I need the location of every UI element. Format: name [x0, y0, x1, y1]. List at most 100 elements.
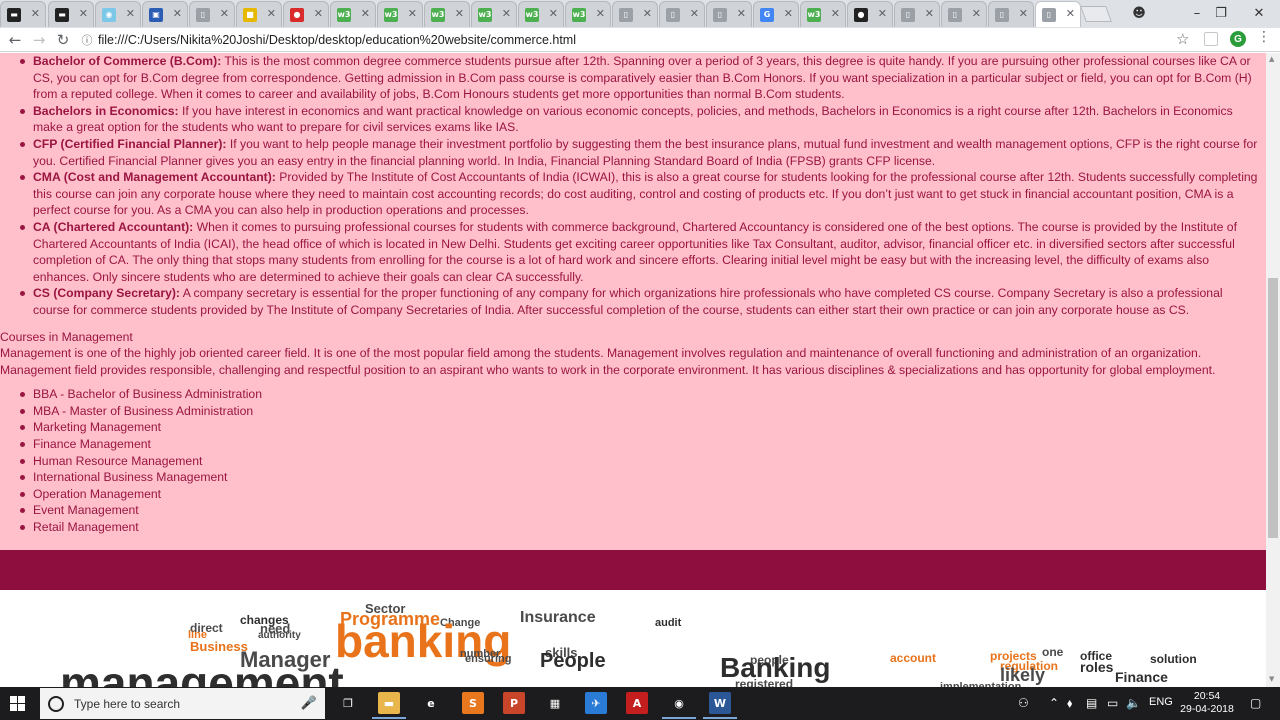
- browser-tab[interactable]: w3 ✕: [565, 1, 611, 27]
- battery-icon[interactable]: ▭: [1107, 696, 1118, 710]
- browser-tab[interactable]: ◉ ✕: [95, 1, 141, 27]
- store-icon[interactable]: ▦: [544, 692, 566, 714]
- tab-close-icon[interactable]: ✕: [31, 7, 40, 20]
- scroll-down-icon[interactable]: ▼: [1269, 675, 1274, 683]
- mail-icon[interactable]: ✈: [585, 692, 607, 714]
- close-window-button[interactable]: ✕: [1236, 2, 1280, 24]
- browser-tab[interactable]: w3 ✕: [377, 1, 423, 27]
- word-icon[interactable]: W: [709, 692, 731, 714]
- address-text[interactable]: file:///C:/Users/Nikita%20Joshi/Desktop/…: [98, 33, 576, 47]
- acrobat-icon[interactable]: A: [626, 692, 648, 714]
- browser-tab[interactable]: ▬ ✕: [48, 1, 94, 27]
- menu-dots-icon[interactable]: ⋮: [1257, 29, 1271, 45]
- grammarly-icon[interactable]: G: [1230, 31, 1246, 47]
- taskbar-search-box[interactable]: Type here to search 🎤: [40, 688, 325, 719]
- tab-close-icon[interactable]: ✕: [831, 7, 840, 20]
- edge-icon[interactable]: e: [420, 692, 442, 714]
- sublime-icon[interactable]: S: [462, 692, 484, 714]
- tab-close-icon[interactable]: ✕: [361, 7, 370, 20]
- word-cloud-word: one: [1042, 645, 1064, 659]
- browser-tab[interactable]: G ✕: [753, 1, 799, 27]
- tab-close-icon[interactable]: ✕: [220, 7, 229, 20]
- page-icon: ▯: [948, 7, 962, 22]
- browser-tab[interactable]: ▯ ✕: [659, 1, 705, 27]
- profile-icon[interactable]: ☻: [1116, 2, 1162, 24]
- tab-close-icon[interactable]: ✕: [173, 7, 182, 20]
- browser-tab[interactable]: w3 ✕: [424, 1, 470, 27]
- tab-close-icon[interactable]: ✕: [972, 7, 981, 20]
- tab-close-icon[interactable]: ✕: [643, 7, 652, 20]
- taskbar-search-placeholder[interactable]: Type here to search: [74, 697, 180, 711]
- browser-tab[interactable]: ▯ ✕: [988, 1, 1034, 27]
- browser-tab[interactable]: ▯ ✕: [612, 1, 658, 27]
- network-icon[interactable]: ▤: [1086, 696, 1097, 710]
- new-tab-button[interactable]: [1080, 6, 1112, 22]
- tab-close-icon[interactable]: ✕: [1066, 7, 1075, 20]
- back-arrow-icon[interactable]: ←: [4, 29, 26, 51]
- word-cloud-word: audit: [655, 617, 682, 629]
- tray-chevron-icon[interactable]: ⌃: [1049, 696, 1059, 710]
- w3-icon: w3: [478, 7, 492, 22]
- browser-tab[interactable]: ● ✕: [283, 1, 329, 27]
- course-list-item: Bachelors in Economics: If you have inte…: [20, 103, 1258, 136]
- cap-icon: ▬: [55, 7, 69, 22]
- extension-icon[interactable]: [1204, 32, 1218, 46]
- tab-close-icon[interactable]: ✕: [502, 7, 511, 20]
- browser-tab[interactable]: ▬ ✕: [0, 1, 46, 27]
- scrollbar-thumb[interactable]: [1268, 278, 1278, 538]
- tab-close-icon[interactable]: ✕: [267, 7, 276, 20]
- browser-tab[interactable]: ■ ✕: [236, 1, 282, 27]
- page-scrollbar[interactable]: ▲ ▼: [1266, 53, 1280, 687]
- browser-tab[interactable]: ▯ ✕: [1035, 1, 1081, 27]
- tab-close-icon[interactable]: ✕: [79, 7, 88, 20]
- bookmark-star-icon[interactable]: ☆: [1176, 30, 1189, 48]
- people-icon[interactable]: ⚇: [1018, 696, 1029, 710]
- reload-icon[interactable]: ↻: [52, 29, 74, 51]
- tab-close-icon[interactable]: ✕: [925, 7, 934, 20]
- browser-tab[interactable]: w3 ✕: [330, 1, 376, 27]
- browser-tab[interactable]: ▯ ✕: [706, 1, 752, 27]
- tab-close-icon[interactable]: ✕: [1019, 7, 1028, 20]
- tab-close-icon[interactable]: ✕: [408, 7, 417, 20]
- browser-tab[interactable]: w3 ✕: [518, 1, 564, 27]
- forward-arrow-icon[interactable]: →: [28, 29, 50, 51]
- course-title: CFP (Certified Financial Planner):: [33, 136, 227, 151]
- chrome-icon[interactable]: ◉: [668, 692, 690, 714]
- task-view-icon[interactable]: ❐: [337, 692, 359, 714]
- w3-icon: w3: [431, 7, 445, 22]
- tab-close-icon[interactable]: ✕: [126, 7, 135, 20]
- dropbox-icon[interactable]: ⬧: [1067, 696, 1072, 711]
- tab-close-icon[interactable]: ✕: [737, 7, 746, 20]
- word-cloud-word: People: [540, 650, 606, 672]
- scroll-up-icon[interactable]: ▲: [1269, 55, 1274, 63]
- commerce-course-list: Bachelor of Commerce (B.Com): This is th…: [0, 53, 1266, 319]
- address-bar[interactable]: ⓘ file:///C:/Users/Nikita%20Joshi/Deskto…: [80, 30, 1195, 50]
- cortana-icon[interactable]: [48, 695, 64, 712]
- tab-close-icon[interactable]: ✕: [314, 7, 323, 20]
- google-icon: G: [760, 7, 774, 22]
- powerpoint-icon[interactable]: P: [503, 692, 525, 714]
- browser-tab[interactable]: w3 ✕: [800, 1, 846, 27]
- management-course-item: Marketing Management: [20, 419, 1266, 436]
- tab-close-icon[interactable]: ✕: [455, 7, 464, 20]
- browser-tab[interactable]: w3 ✕: [471, 1, 517, 27]
- browser-tab[interactable]: ▯ ✕: [941, 1, 987, 27]
- clock[interactable]: 20:54 29-04-2018: [1178, 690, 1236, 716]
- file-explorer-icon[interactable]: ▬: [378, 692, 400, 714]
- windows-start-icon[interactable]: [10, 696, 26, 712]
- language-indicator[interactable]: ENG: [1149, 696, 1173, 708]
- tab-close-icon[interactable]: ✕: [690, 7, 699, 20]
- management-course-item: Operation Management: [20, 486, 1266, 503]
- tab-close-icon[interactable]: ✕: [784, 7, 793, 20]
- tab-close-icon[interactable]: ✕: [878, 7, 887, 20]
- page-info-icon[interactable]: ⓘ: [80, 33, 94, 47]
- tab-close-icon[interactable]: ✕: [596, 7, 605, 20]
- volume-icon[interactable]: 🔈: [1126, 696, 1141, 710]
- notification-icon[interactable]: ▢: [1250, 696, 1261, 710]
- tab-close-icon[interactable]: ✕: [549, 7, 558, 20]
- browser-tab[interactable]: ▯ ✕: [894, 1, 940, 27]
- browser-tab[interactable]: ● ✕: [847, 1, 893, 27]
- microphone-icon[interactable]: 🎤: [301, 696, 317, 711]
- browser-tab[interactable]: ▯ ✕: [189, 1, 235, 27]
- browser-tab[interactable]: ▣ ✕: [142, 1, 188, 27]
